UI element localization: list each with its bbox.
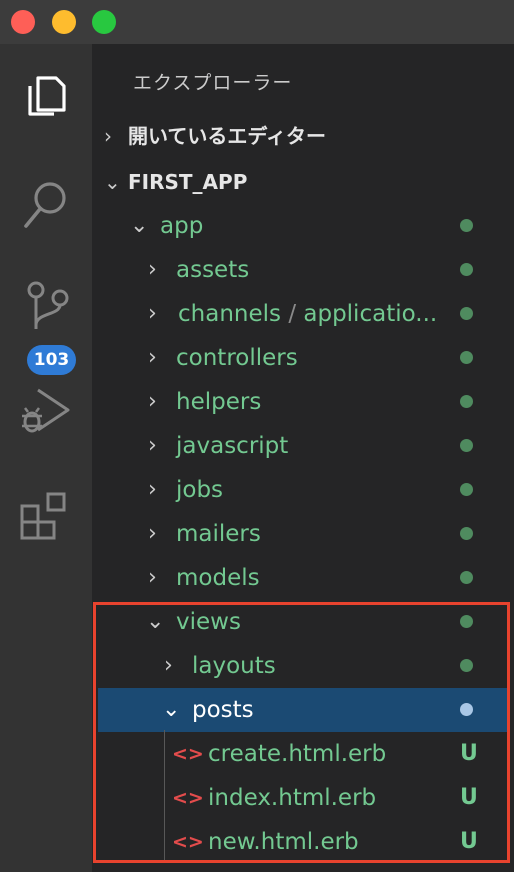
modified-dot-icon bbox=[460, 395, 473, 408]
activity-bar: 103 bbox=[0, 44, 92, 872]
chevron-right-icon: › bbox=[148, 257, 157, 282]
window-titlebar bbox=[0, 0, 514, 44]
chevron-right-icon: › bbox=[148, 389, 157, 414]
explorer-title: エクスプローラー bbox=[133, 72, 293, 94]
open-editors-label: 開いているエディター bbox=[128, 124, 326, 148]
modified-dot-icon bbox=[460, 483, 473, 496]
search-activity-button[interactable] bbox=[0, 164, 92, 234]
maximize-window-button[interactable] bbox=[92, 10, 116, 34]
folder-label: jobs bbox=[176, 477, 224, 503]
tree-folder-jobs[interactable]: › jobs bbox=[92, 468, 514, 512]
modified-dot-icon bbox=[460, 571, 473, 584]
modified-dot-icon bbox=[460, 307, 473, 320]
folder-label: models bbox=[176, 565, 260, 591]
modified-dot-icon bbox=[460, 263, 473, 276]
chevron-right-icon: › bbox=[104, 124, 112, 148]
tree-folder-assets[interactable]: › assets bbox=[92, 248, 514, 292]
search-icon bbox=[24, 182, 66, 228]
chevron-right-icon: › bbox=[148, 345, 157, 370]
folder-label: helpers bbox=[176, 389, 262, 415]
explorer-activity-button[interactable] bbox=[0, 58, 92, 128]
folder-label: assets bbox=[176, 257, 250, 283]
modified-dot-icon bbox=[460, 351, 473, 364]
modified-dot-icon bbox=[460, 527, 473, 540]
modified-dot-icon bbox=[460, 439, 473, 452]
chevron-right-icon: › bbox=[148, 433, 157, 458]
folder-label: controllers bbox=[176, 345, 298, 371]
tree-folder-controllers[interactable]: › controllers bbox=[92, 336, 514, 380]
workspace-label: FIRST_APP bbox=[128, 170, 248, 194]
extensions-icon bbox=[20, 492, 66, 540]
close-window-button[interactable] bbox=[11, 10, 35, 34]
source-control-icon bbox=[27, 281, 69, 329]
source-control-badge: 103 bbox=[27, 345, 76, 375]
tree-folder-channels[interactable]: › channels / applicatio... bbox=[92, 292, 514, 336]
tree-folder-mailers[interactable]: › mailers bbox=[92, 512, 514, 556]
modified-dot-icon bbox=[460, 219, 473, 232]
run-debug-activity-button[interactable] bbox=[0, 370, 92, 440]
chevron-right-icon: › bbox=[148, 521, 157, 546]
files-icon bbox=[28, 76, 66, 116]
folder-label: javascript bbox=[176, 433, 289, 459]
tree-folder-helpers[interactable]: › helpers bbox=[92, 380, 514, 424]
chevron-right-icon: › bbox=[148, 477, 157, 502]
chevron-down-icon: ⌄ bbox=[130, 213, 149, 238]
minimize-window-button[interactable] bbox=[52, 10, 76, 34]
folder-label: channels / applicatio... bbox=[178, 301, 438, 327]
source-control-activity-button[interactable] bbox=[0, 266, 92, 336]
chevron-right-icon: › bbox=[148, 301, 157, 326]
open-editors-section[interactable]: › 開いているエディター bbox=[104, 116, 326, 156]
workspace-section[interactable]: ⌄ FIRST_APP bbox=[104, 162, 247, 202]
tree-folder-app[interactable]: ⌄ app bbox=[92, 204, 514, 248]
annotation-highlight-box bbox=[93, 602, 510, 863]
run-debug-icon bbox=[22, 388, 70, 433]
tree-folder-javascript[interactable]: › javascript bbox=[92, 424, 514, 468]
extensions-activity-button[interactable] bbox=[0, 474, 92, 544]
tree-folder-models[interactable]: › models bbox=[92, 556, 514, 600]
folder-label: mailers bbox=[176, 521, 261, 547]
folder-label: app bbox=[160, 213, 204, 239]
chevron-down-icon: ⌄ bbox=[104, 170, 121, 194]
chevron-right-icon: › bbox=[148, 565, 157, 590]
